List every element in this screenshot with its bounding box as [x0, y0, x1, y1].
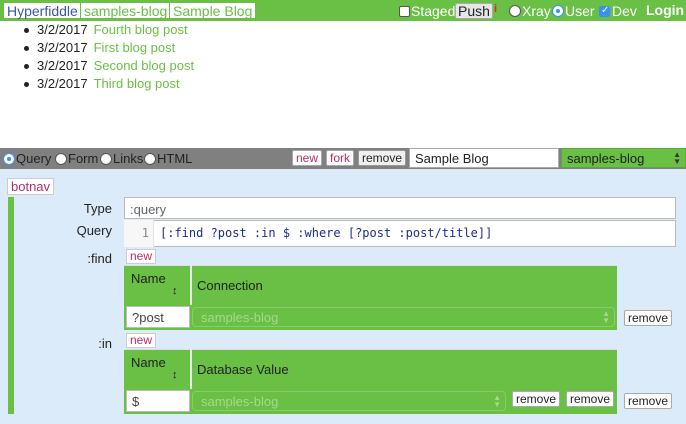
info-icon[interactable]: i — [494, 3, 497, 15]
nesting-bar — [8, 197, 14, 414]
breadcrumb-hyperfiddle[interactable]: Hyperfiddle — [3, 2, 82, 19]
in-col-name[interactable]: Name — [131, 355, 166, 370]
post-date: 3/2/2017 — [37, 76, 88, 91]
list-item: 3/2/2017 Third blog post — [24, 75, 180, 93]
staged-label: Staged — [411, 3, 456, 19]
find-col-connection: Connection — [197, 278, 263, 293]
post-title-link[interactable]: Fourth blog post — [94, 22, 188, 37]
html-mode-label: HTML — [157, 151, 193, 166]
find-row-remove-button[interactable]: remove — [624, 310, 673, 326]
in-label: :in — [98, 336, 112, 351]
user-radio[interactable] — [552, 5, 564, 17]
user-label: User — [565, 3, 595, 19]
dev-label: Dev — [612, 3, 637, 19]
find-new-button[interactable]: new — [126, 249, 157, 264]
column-divider — [190, 349, 192, 389]
list-item: 3/2/2017 First blog post — [24, 39, 175, 57]
push-button[interactable]: Push — [455, 3, 493, 19]
post-title-link[interactable]: Third blog post — [94, 76, 180, 91]
list-item: 3/2/2017 Fourth blog post — [24, 21, 188, 39]
in-row-remove-button[interactable]: remove — [512, 391, 561, 407]
post-title-link[interactable]: Second blog post — [94, 58, 194, 73]
bullet-icon — [24, 46, 29, 52]
new-button[interactable]: new — [292, 150, 323, 166]
breadcrumb-samples-blog[interactable]: samples-blog — [80, 2, 172, 19]
post-date: 3/2/2017 — [37, 22, 88, 37]
select-arrows-icon: ▲ ▼ — [493, 393, 501, 409]
xray-radio[interactable] — [509, 5, 521, 17]
connection-select[interactable]: samples-blog ▲ ▼ — [561, 148, 686, 168]
type-field[interactable]: :query — [124, 197, 676, 219]
connection-select-value: samples-blog — [567, 151, 645, 166]
find-connection-value: samples-blog — [201, 310, 279, 325]
query-code[interactable]: [:find ?post :in $ :where [?post :post/t… — [160, 226, 492, 240]
post-title-link[interactable]: First blog post — [94, 40, 176, 55]
query-mode-radio[interactable] — [3, 153, 15, 165]
list-item: 3/2/2017 Second blog post — [24, 57, 194, 75]
fiddle-name-input[interactable]: Sample Blog — [409, 148, 559, 168]
links-mode-label: Links — [113, 151, 144, 166]
in-database-select[interactable]: samples-blog ▲ ▼ — [192, 391, 506, 411]
select-arrows-icon: ▲ ▼ — [602, 309, 610, 325]
html-mode-radio[interactable] — [144, 153, 156, 165]
in-table-remove-button[interactable]: remove — [624, 393, 673, 409]
login-link[interactable]: Login — [646, 2, 684, 18]
post-date: 3/2/2017 — [37, 58, 88, 73]
form-mode-radio[interactable] — [55, 153, 67, 165]
staged-checkbox[interactable] — [399, 6, 410, 17]
form-mode-label: Form — [68, 151, 99, 166]
botnav-link[interactable]: botnav — [7, 178, 55, 195]
fork-button[interactable]: fork — [326, 150, 355, 166]
remove-button[interactable]: remove — [358, 150, 407, 166]
post-date: 3/2/2017 — [37, 40, 88, 55]
find-col-name[interactable]: Name — [131, 271, 166, 286]
xray-label: Xray — [522, 3, 551, 19]
bullet-icon — [24, 28, 29, 34]
query-label: Query — [76, 223, 112, 238]
find-connection-select[interactable]: samples-blog ▲ ▼ — [192, 307, 615, 327]
type-label: Type — [83, 201, 112, 216]
sort-icon[interactable]: ↕ — [172, 369, 178, 381]
bullet-icon — [24, 64, 29, 70]
in-row-remove-button-2[interactable]: remove — [566, 391, 615, 407]
dev-checkbox[interactable] — [599, 5, 610, 17]
in-col-database-value: Database Value — [197, 362, 289, 377]
in-name-input[interactable]: $ — [126, 390, 190, 412]
in-new-button[interactable]: new — [126, 333, 157, 348]
select-arrows-icon: ▲ ▼ — [673, 150, 681, 166]
in-database-value: samples-blog — [201, 394, 279, 409]
column-divider — [190, 265, 192, 305]
sort-icon[interactable]: ↕ — [172, 285, 178, 297]
breadcrumb-sample-blog[interactable]: Sample Blog — [169, 2, 257, 19]
bullet-icon — [24, 82, 29, 88]
links-mode-radio[interactable] — [100, 153, 112, 165]
query-mode-label: Query — [16, 151, 52, 166]
find-name-input[interactable]: ?post — [126, 306, 190, 328]
line-number: 1 — [124, 220, 154, 247]
find-label: :find — [87, 251, 112, 266]
